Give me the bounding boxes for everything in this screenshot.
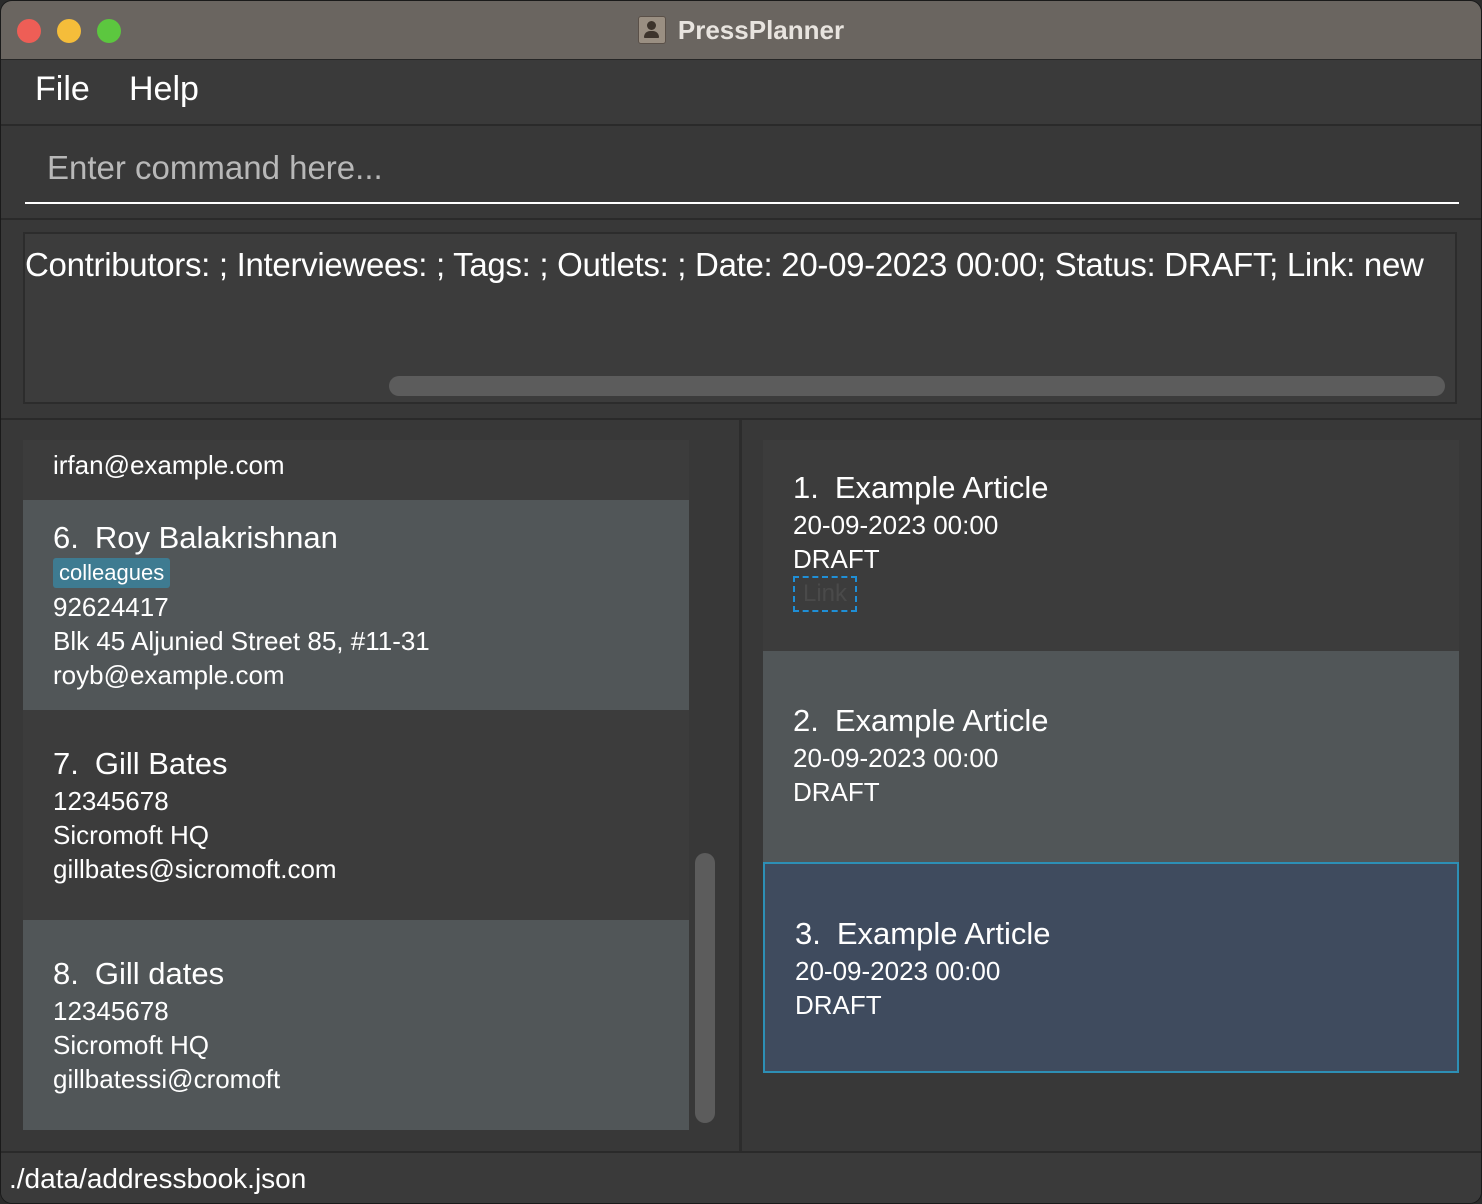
person-address: Sicromoft HQ [53, 1030, 210, 1060]
article-title-line: 2. Example Article [793, 703, 1049, 739]
article-status: DRAFT [793, 544, 880, 574]
person-name-line: 6. Roy Balakrishnan [53, 520, 338, 556]
person-name: Gill Bates [94, 746, 228, 781]
person-tag: colleagues [53, 558, 171, 588]
person-name-line: 8. Gill dates [53, 956, 224, 992]
person-email: gillbates@sicromoft.com [53, 854, 337, 884]
article-title-line: 1. Example Article [793, 470, 1049, 506]
article-title: Example Article [836, 916, 1051, 951]
result-display: Contributors: ; Interviewees: ; Tags: ; … [1, 220, 1481, 420]
menu-bar: File Help [1, 60, 1481, 126]
command-input[interactable] [25, 134, 1459, 204]
person-name: Gill dates [94, 956, 225, 991]
article-status: DRAFT [795, 990, 882, 1020]
app-window: PressPlanner File Help Contributors: ; I… [0, 0, 1482, 1204]
person-list-scrollbar[interactable] [695, 853, 715, 1123]
contacts-app-icon [637, 16, 666, 44]
article-index: 2. [793, 703, 819, 738]
person-email: royb@example.com [53, 660, 285, 690]
article-title: Example Article [834, 470, 1049, 505]
list-panels: irfan@example.com 6. Roy Balakrishnan col… [1, 420, 1481, 1151]
article-index: 1. [793, 470, 819, 505]
person-phone: 92624417 [53, 592, 169, 622]
title-bar[interactable]: PressPlanner [1, 1, 1481, 60]
article-card[interactable]: 1. Example Article 20-09-2023 00:00 DRAFT… [763, 440, 1459, 651]
result-message: Contributors: ; Interviewees: ; Tags: ; … [25, 246, 1424, 283]
article-status: DRAFT [793, 777, 880, 807]
person-name: Roy Balakrishnan [94, 520, 338, 555]
person-phone: 12345678 [53, 996, 169, 1026]
person-address: Blk 45 Aljunied Street 85, #11-31 [53, 626, 430, 656]
menu-file[interactable]: File [35, 70, 90, 109]
panel-divider [739, 420, 742, 1151]
article-date: 20-09-2023 00:00 [795, 956, 1001, 986]
result-horizontal-scrollbar[interactable] [389, 376, 1445, 396]
person-phone: 12345678 [53, 786, 169, 816]
person-card[interactable]: 7. Gill Bates 12345678 Sicromoft HQ gillb… [23, 710, 689, 920]
person-index: 6. [53, 520, 79, 555]
person-index: 7. [53, 746, 79, 781]
article-index: 3. [795, 916, 821, 951]
article-title: Example Article [834, 703, 1049, 738]
article-date: 20-09-2023 00:00 [793, 510, 999, 540]
person-email: gillbatessi@cromoft [53, 1064, 281, 1094]
person-address: Sicromoft HQ [53, 820, 210, 850]
person-list[interactable]: irfan@example.com 6. Roy Balakrishnan col… [23, 440, 689, 1130]
person-index: 8. [53, 956, 79, 991]
article-card[interactable]: 2. Example Article 20-09-2023 00:00 DRAFT [763, 651, 1459, 862]
person-card[interactable]: 6. Roy Balakrishnan colleagues 92624417 B… [23, 500, 689, 710]
title-group: PressPlanner [1, 1, 1481, 59]
article-title-line: 3. Example Article [795, 916, 1051, 952]
menu-help[interactable]: Help [129, 70, 199, 109]
command-box [1, 126, 1481, 220]
person-card-partial[interactable]: irfan@example.com [23, 440, 689, 500]
person-name-line: 7. Gill Bates [53, 746, 228, 782]
window-title: PressPlanner [677, 14, 845, 45]
result-text-area[interactable]: Contributors: ; Interviewees: ; Tags: ; … [23, 232, 1457, 404]
article-card-selected[interactable]: 3. Example Article 20-09-2023 00:00 DRAFT [763, 862, 1459, 1073]
save-location-path: ./data/addressbook.json [9, 1163, 307, 1194]
article-date: 20-09-2023 00:00 [793, 743, 999, 773]
status-bar: ./data/addressbook.json [1, 1151, 1481, 1203]
article-link-button[interactable]: Link [793, 576, 858, 612]
article-list[interactable]: 1. Example Article 20-09-2023 00:00 DRAFT… [763, 440, 1459, 1130]
person-card[interactable]: 8. Gill dates 12345678 Sicromoft HQ gillb… [23, 920, 689, 1130]
person-email: irfan@example.com [53, 450, 285, 480]
